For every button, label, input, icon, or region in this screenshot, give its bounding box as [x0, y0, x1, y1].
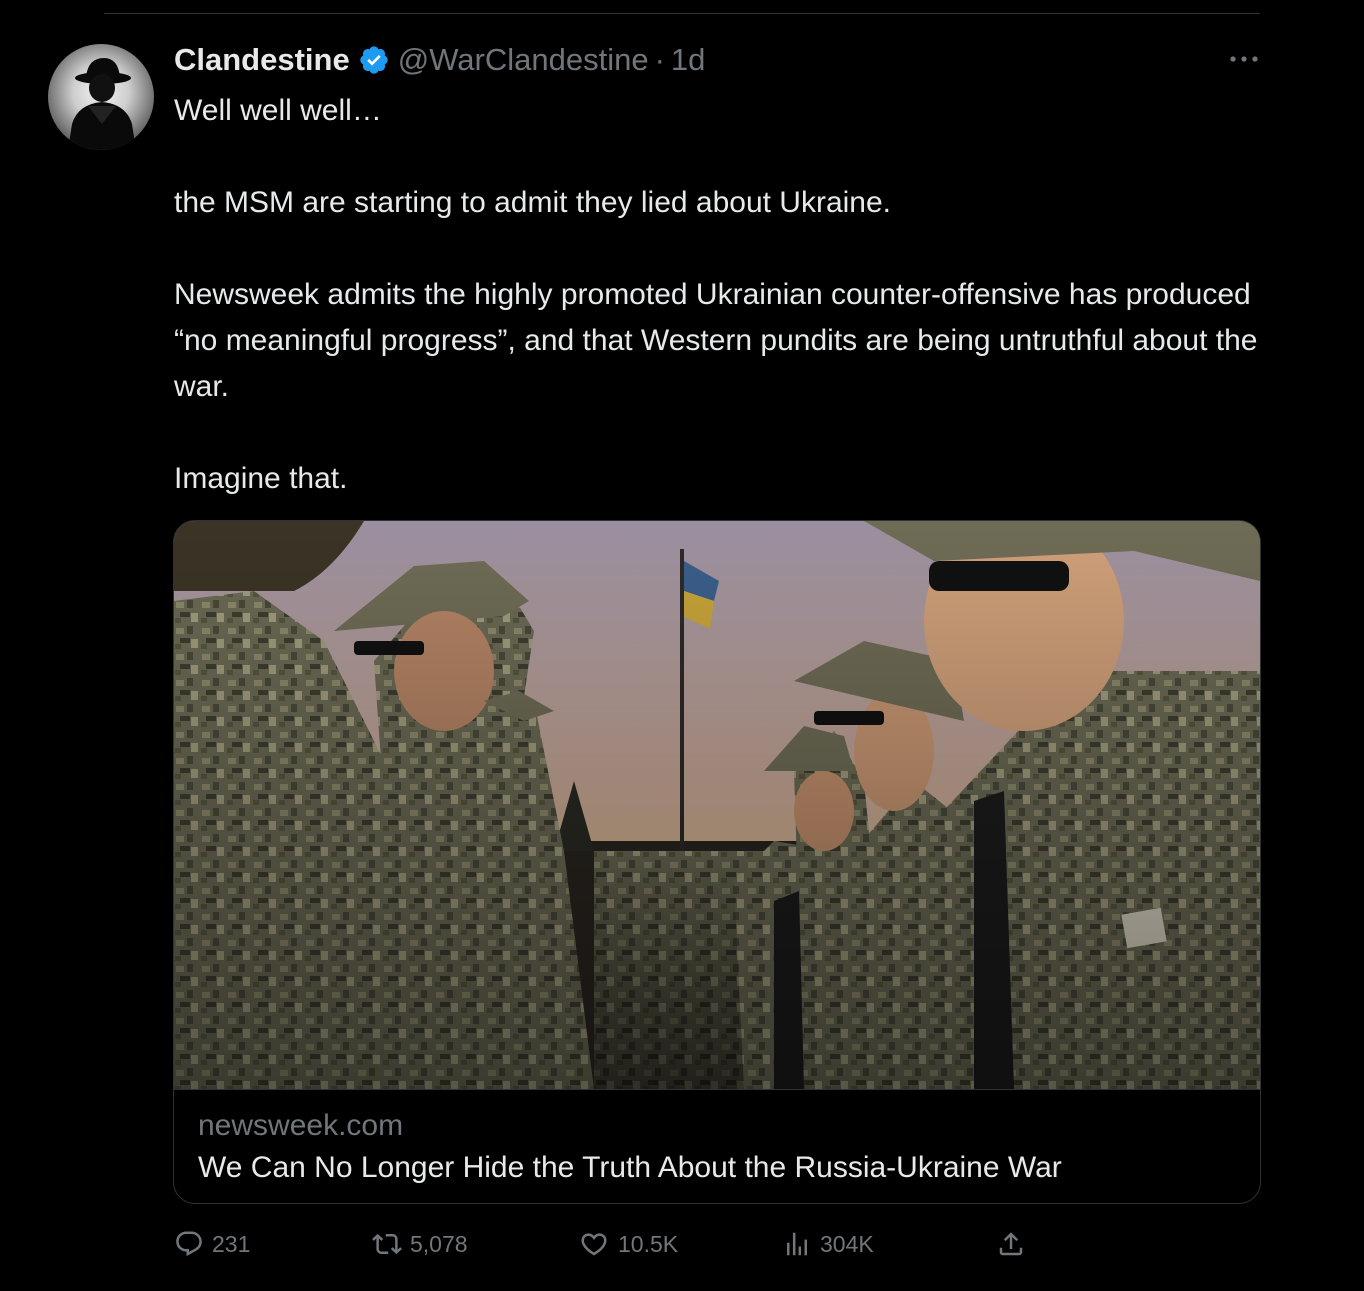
- retweet-button[interactable]: 5,078: [372, 1226, 468, 1262]
- retweet-icon: [372, 1233, 402, 1255]
- user-handle[interactable]: @WarClandestine: [398, 42, 649, 78]
- avatar-silhouette-icon: [68, 58, 136, 150]
- views-icon: [787, 1232, 807, 1256]
- like-count: 10.5K: [618, 1230, 679, 1257]
- verified-badge-icon: [358, 44, 390, 76]
- timestamp[interactable]: 1d: [671, 42, 705, 78]
- tweet-paragraph: the MSM are starting to admit they lied …: [174, 186, 892, 219]
- like-button[interactable]: 10.5K: [578, 1226, 678, 1262]
- share-icon: [999, 1232, 1023, 1256]
- tweet-actions: 231 5,078 10.5K 304K: [0, 1226, 1364, 1262]
- link-card[interactable]: newsweek.com We Can No Longer Hide the T…: [173, 520, 1261, 1204]
- tweet-paragraph: [174, 134, 1274, 180]
- heart-icon: [581, 1233, 607, 1256]
- display-name[interactable]: Clandestine: [174, 42, 350, 78]
- card-domain: newsweek.com: [198, 1109, 404, 1142]
- card-title: We Can No Longer Hide the Truth About th…: [198, 1151, 1062, 1184]
- reply-button[interactable]: 231: [174, 1226, 250, 1262]
- views-button[interactable]: 304K: [782, 1226, 874, 1262]
- tweet-text: Well well well… the MSM are starting to …: [174, 88, 1274, 502]
- tweet-paragraph: [174, 410, 1274, 456]
- top-divider: [104, 13, 1260, 14]
- more-icon[interactable]: [1224, 44, 1264, 74]
- tweet-paragraph: Newsweek admits the highly promoted Ukra…: [174, 278, 1258, 403]
- reply-count: 231: [212, 1230, 251, 1257]
- views-count: 304K: [820, 1230, 874, 1257]
- retweet-count: 5,078: [410, 1230, 468, 1257]
- soldiers-photo-image: [174, 521, 1260, 1090]
- tweet-header: Clandestine @WarClandestine · 1d: [174, 38, 705, 82]
- share-button[interactable]: [996, 1226, 1034, 1262]
- avatar[interactable]: [48, 44, 154, 150]
- tweet-paragraph: Imagine that.: [174, 462, 348, 495]
- reply-icon: [176, 1231, 202, 1257]
- separator-dot: ·: [654, 42, 665, 77]
- tweet-paragraph: [174, 226, 1274, 272]
- tweet-paragraph: Well well well…: [174, 94, 382, 127]
